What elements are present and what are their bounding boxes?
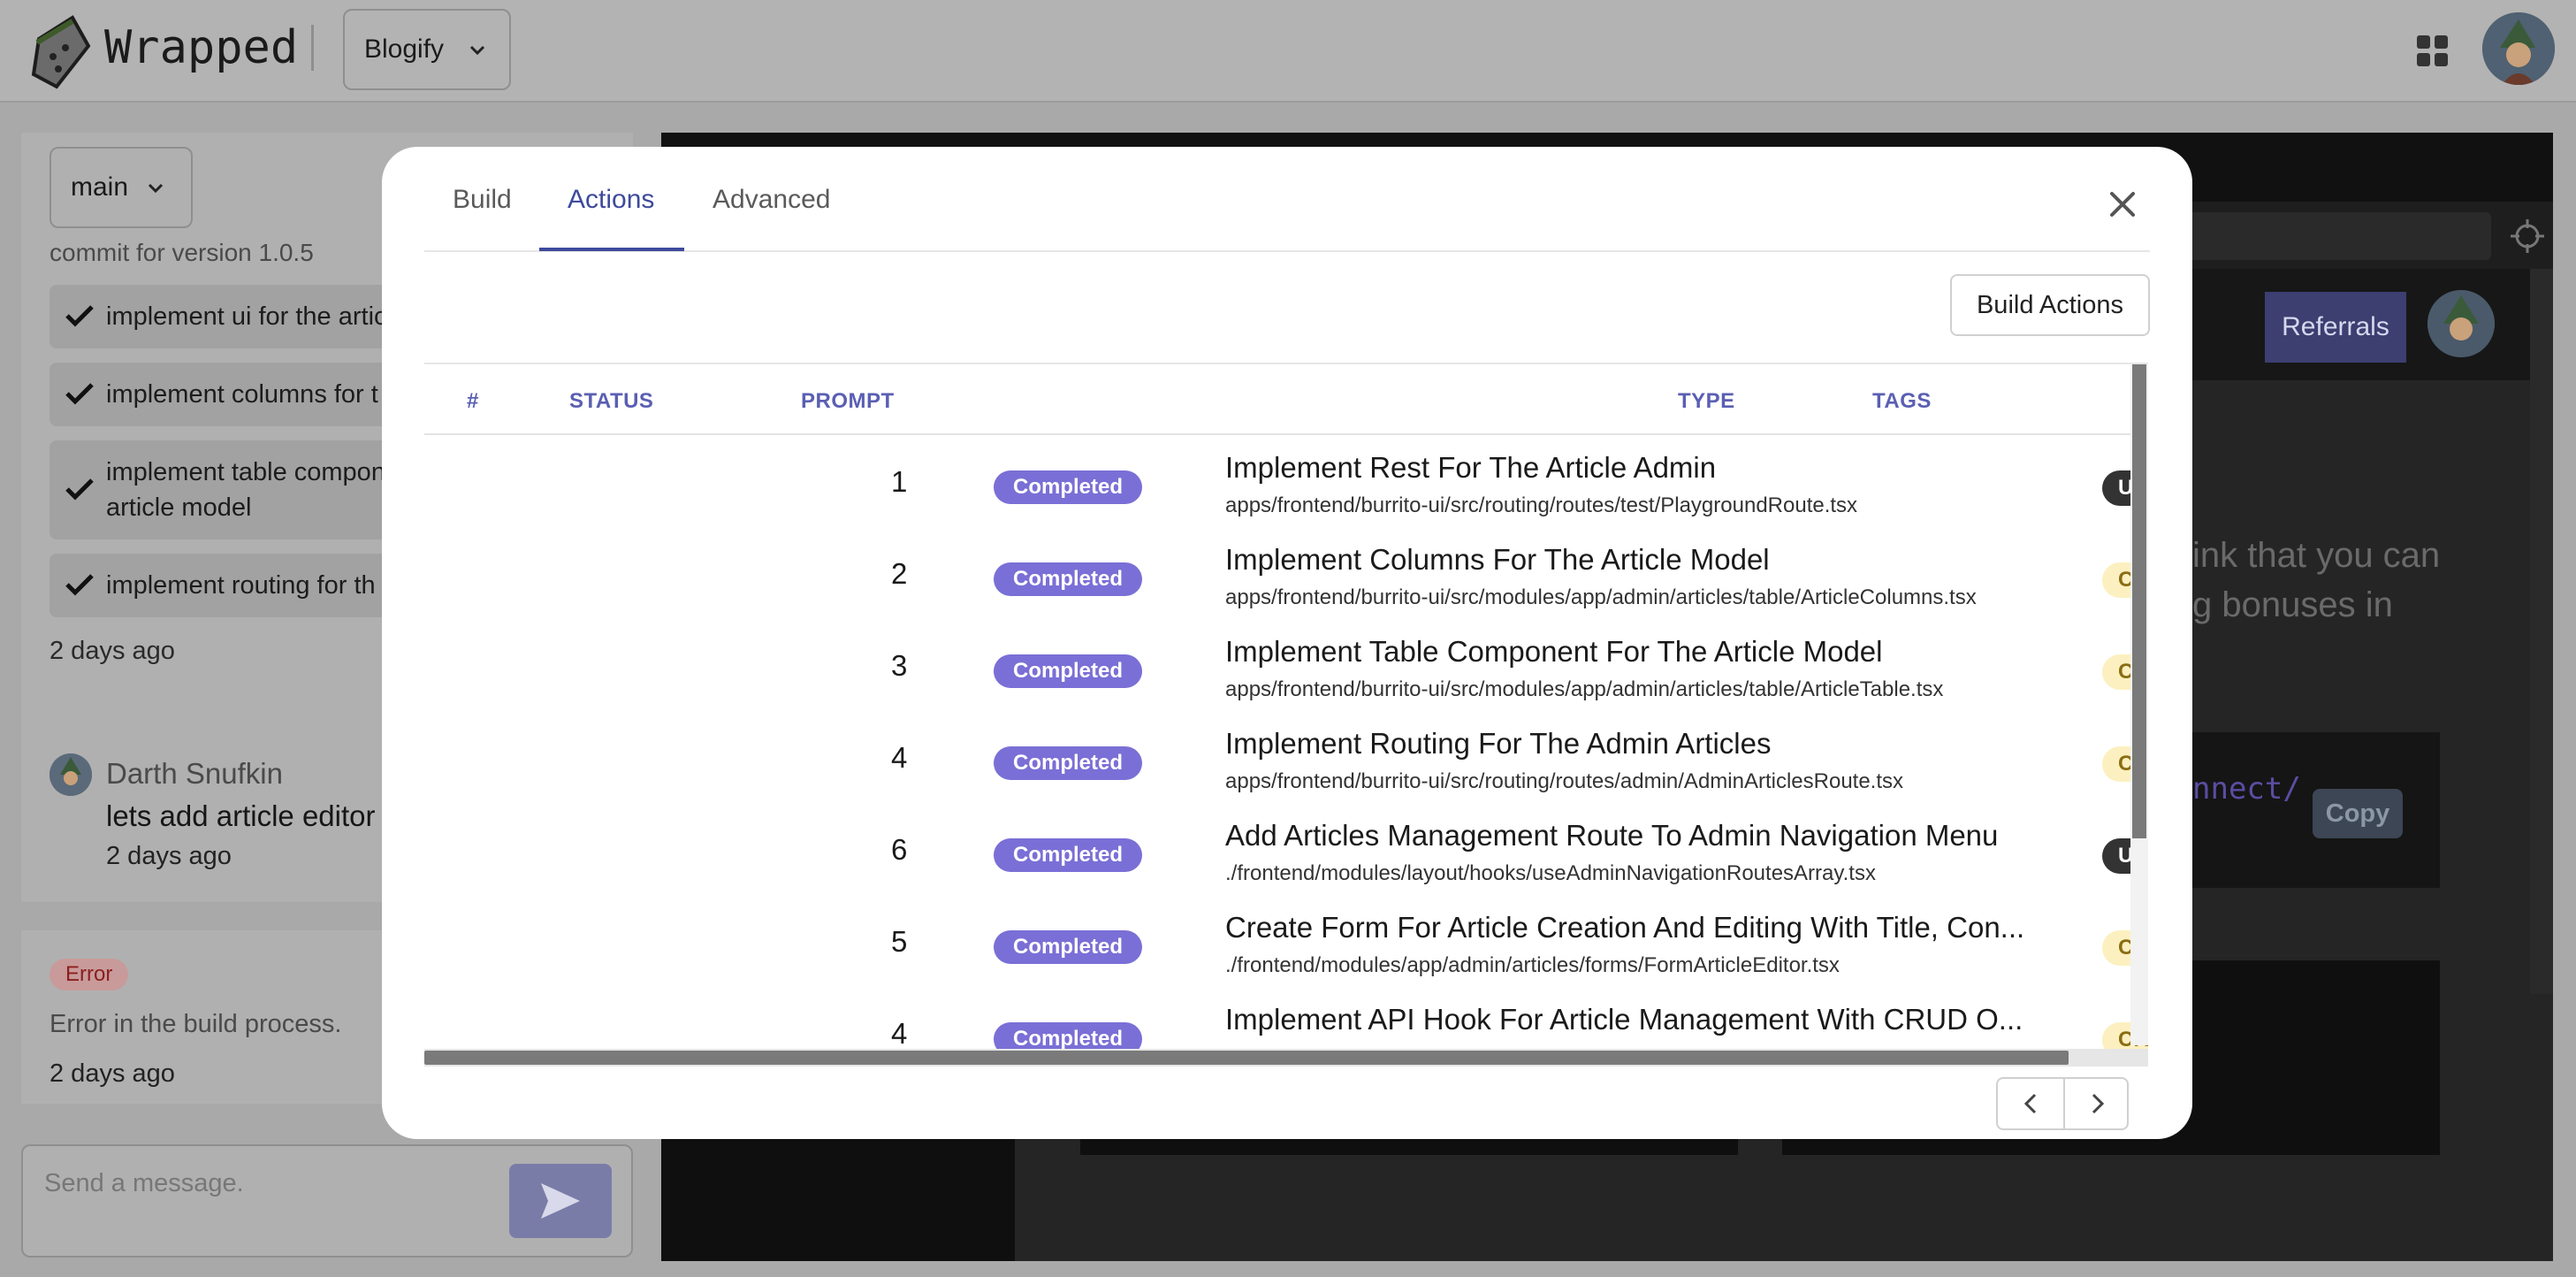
- prompt-path: ./frontend/modules/layout/hooks/useAdmin…: [1225, 861, 1876, 885]
- row-number: 4: [891, 741, 908, 774]
- burrito-logo-icon[interactable]: [27, 12, 94, 90]
- status-badge: Completed: [994, 654, 1143, 688]
- table-row[interactable]: 6 Completed Add Articles Management Rout…: [849, 805, 2148, 897]
- row-number: 6: [891, 833, 908, 866]
- row-number: 1: [891, 465, 908, 498]
- status-badge: Completed: [994, 1022, 1143, 1052]
- referrals-button[interactable]: Referrals: [2265, 292, 2406, 363]
- pagination: [1996, 1077, 2129, 1130]
- horizontal-scroll-thumb[interactable]: [424, 1051, 2069, 1065]
- close-icon[interactable]: [2104, 186, 2141, 223]
- row-number: 5: [891, 925, 908, 958]
- wizard-avatar-icon: [50, 753, 92, 796]
- table-row[interactable]: 2 Completed Implement Columns For The Ar…: [849, 529, 2148, 621]
- prompt-title: Implement Routing For The Admin Articles: [1225, 727, 1772, 760]
- step-label: implement columns for t: [106, 380, 378, 409]
- error-badge: Error: [50, 959, 129, 990]
- steps-timestamp: 2 days ago: [50, 637, 175, 665]
- actions-table: 1 Completed Implement Rest For The Artic…: [424, 363, 2148, 1052]
- preview-avatar[interactable]: [2427, 290, 2495, 357]
- prompt-title: Implement Rest For The Article Admin: [1225, 451, 1717, 484]
- check-icon: [65, 383, 94, 405]
- wizard-avatar-icon: [2427, 290, 2495, 357]
- error-text: Error in the build process.: [50, 1010, 342, 1038]
- table-row[interactable]: 4 Completed Implement API Hook For Artic…: [849, 989, 2148, 1052]
- preview-text-line: ink that you can: [2192, 536, 2441, 575]
- status-badge: Completed: [994, 470, 1143, 504]
- vertical-scroll-thumb[interactable]: [2132, 364, 2146, 838]
- status-badge: Completed: [994, 562, 1143, 596]
- build-actions-button[interactable]: Build Actions: [1950, 274, 2150, 336]
- status-badge: Completed: [994, 838, 1143, 872]
- table-row[interactable]: 5 Completed Create Form For Article Crea…: [849, 897, 2148, 989]
- row-number: 2: [891, 557, 908, 590]
- check-icon: [65, 574, 94, 596]
- prompt-title: Add Articles Management Route To Admin N…: [1225, 819, 1999, 852]
- status-badge: Completed: [994, 930, 1143, 964]
- chevron-down-icon: [148, 183, 164, 194]
- send-button[interactable]: [509, 1164, 612, 1238]
- row-number: 4: [891, 1017, 908, 1050]
- project-selector[interactable]: Blogify: [343, 9, 511, 90]
- chevron-left-icon: [2023, 1093, 2037, 1114]
- message-timestamp: 2 days ago: [106, 842, 232, 870]
- preview-code-text: nnect/: [2192, 771, 2301, 807]
- check-icon: [65, 478, 94, 501]
- tab-advanced[interactable]: Advanced: [713, 177, 830, 251]
- commit-message: commit for version 1.0.5: [50, 239, 314, 266]
- project-name: Blogify: [364, 34, 445, 64]
- table-row[interactable]: 1 Completed Implement Rest For The Artic…: [849, 437, 2148, 529]
- top-bar: Wrapped Blogify: [0, 0, 2576, 103]
- chevron-down-icon: [469, 45, 485, 56]
- prompt-path: apps/frontend/burrito-ui/src/modules/app…: [1225, 585, 1977, 609]
- step-label: implement table compon: [106, 458, 385, 486]
- branch-name: main: [71, 172, 129, 202]
- preview-text-line: g bonuses in: [2192, 585, 2393, 624]
- next-page-button[interactable]: [2065, 1079, 2130, 1128]
- active-tab-indicator: [539, 248, 684, 251]
- table-row[interactable]: 4 Completed Implement Routing For The Ad…: [849, 713, 2148, 805]
- copy-button[interactable]: Copy: [2313, 789, 2403, 838]
- prompt-title: Implement API Hook For Article Managemen…: [1225, 1003, 2023, 1036]
- user-avatar[interactable]: [2482, 12, 2555, 85]
- tab-actions[interactable]: Actions: [568, 177, 654, 251]
- step-label: implement ui for the artic: [106, 302, 387, 331]
- prompt-title: Implement Columns For The Article Model: [1225, 543, 1770, 576]
- prompt-title: Create Form For Article Creation And Edi…: [1225, 911, 2025, 944]
- preview-description: ink that you can g bonuses in: [2192, 531, 2546, 630]
- app-name: Wrapped: [104, 21, 299, 74]
- wizard-avatar-icon: [2482, 12, 2555, 85]
- check-icon: [65, 305, 94, 327]
- author-avatar: [50, 753, 92, 796]
- table-row[interactable]: 3 Completed Implement Table Component Fo…: [849, 621, 2148, 713]
- branch-selector[interactable]: main: [50, 147, 193, 228]
- previous-page-button[interactable]: [1998, 1079, 2063, 1128]
- apps-grid-icon[interactable]: [2417, 35, 2449, 67]
- step-label-line2: article model: [106, 493, 252, 522]
- tab-build[interactable]: Build: [453, 177, 512, 251]
- message-text: lets add article editor: [106, 799, 376, 832]
- preview-scrollbar[interactable]: [2530, 269, 2553, 994]
- row-number: 3: [891, 649, 908, 682]
- message-author: Darth Snufkin: [106, 757, 283, 790]
- header-divider: [311, 25, 314, 71]
- send-icon: [541, 1183, 580, 1219]
- step-label: implement routing for th: [106, 571, 376, 600]
- prompt-path: apps/frontend/burrito-ui/src/routing/rou…: [1225, 769, 1904, 793]
- prompt-title: Implement Table Component For The Articl…: [1225, 635, 1883, 668]
- error-timestamp: 2 days ago: [50, 1059, 175, 1088]
- status-badge: Completed: [994, 746, 1143, 780]
- prompt-path: ./frontend/modules/app/admin/articles/fo…: [1225, 953, 1840, 977]
- crosshair-icon[interactable]: [2507, 216, 2548, 256]
- chevron-right-icon: [2092, 1093, 2105, 1114]
- prompt-path: apps/frontend/burrito-ui/src/modules/app…: [1225, 677, 1944, 701]
- prompt-path: apps/frontend/burrito-ui/src/routing/rou…: [1225, 493, 1858, 517]
- message-placeholder: Send a message.: [44, 1169, 244, 1197]
